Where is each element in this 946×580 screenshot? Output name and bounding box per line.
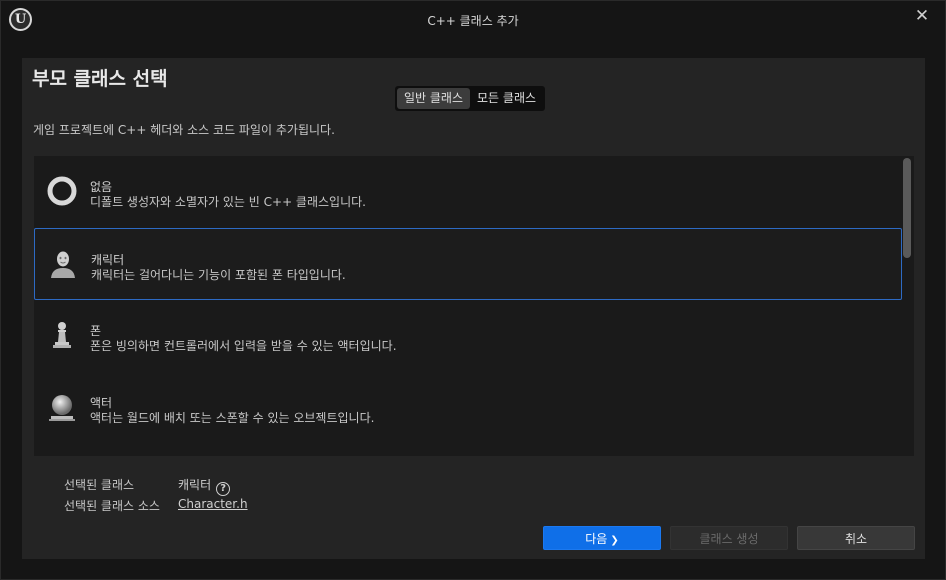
cancel-button[interactable]: 취소	[797, 526, 915, 550]
selected-source-row: Character.h	[178, 497, 248, 511]
class-description: 디폴트 생성자와 소멸자가 있는 빈 C++ 클래스입니다.	[90, 195, 366, 209]
chevron-right-icon: ❯	[610, 535, 619, 546]
selected-class-value: 캐릭터	[178, 478, 212, 492]
class-description: 캐릭터는 걸어다니는 기능이 포함된 폰 타입입니다.	[91, 268, 346, 282]
list-item-character[interactable]: 캐릭터 캐릭터는 걸어다니는 기능이 포함된 폰 타입입니다.	[34, 228, 902, 300]
page-title: 부모 클래스 선택	[32, 68, 168, 90]
selected-source-label: 선택된 클래스 소스	[64, 499, 160, 513]
next-button[interactable]: 다음 ❯	[543, 526, 661, 550]
ring-icon	[46, 175, 78, 207]
selected-class-value-row: 캐릭터?	[178, 476, 231, 496]
pawn-icon	[46, 319, 78, 351]
class-filter-tabs: 일반 클래스 모든 클래스	[395, 86, 546, 111]
class-list: 없음 디폴트 생성자와 소멸자가 있는 빈 C++ 클래스입니다. 캐릭터 캐릭…	[34, 156, 914, 456]
main-panel: 부모 클래스 선택 일반 클래스 모든 클래스 게임 프로젝트에 C++ 헤더와…	[22, 58, 925, 559]
actor-sphere-icon	[46, 391, 78, 423]
close-icon[interactable]: ✕	[913, 6, 931, 26]
list-item-pawn[interactable]: 폰 폰은 빙의하면 컨트롤러에서 입력을 받을 수 있는 액터입니다.	[34, 300, 902, 372]
dialog-window: U C++ 클래스 추가 ✕ 부모 클래스 선택 일반 클래스 모든 클래스 게…	[0, 0, 946, 580]
selected-source-link[interactable]: Character.h	[178, 497, 248, 511]
character-icon	[47, 248, 79, 280]
class-description: 액터는 월드에 배치 또는 스폰할 수 있는 오브젝트입니다.	[90, 411, 375, 425]
dialog-description: 게임 프로젝트에 C++ 헤더와 소스 코드 파일이 추가됩니다.	[33, 123, 335, 137]
title-bar[interactable]: U C++ 클래스 추가 ✕	[1, 1, 945, 39]
list-item-actor[interactable]: 액터 액터는 월드에 배치 또는 스폰할 수 있는 오브젝트입니다.	[34, 372, 902, 444]
window-title: C++ 클래스 추가	[427, 14, 519, 28]
list-item-none[interactable]: 없음 디폴트 생성자와 소멸자가 있는 빈 C++ 클래스입니다.	[34, 156, 902, 228]
help-icon[interactable]: ?	[216, 482, 231, 496]
class-description: 폰은 빙의하면 컨트롤러에서 입력을 받을 수 있는 액터입니다.	[90, 339, 397, 353]
scrollbar-thumb[interactable]	[903, 158, 911, 258]
tab-common-classes[interactable]: 일반 클래스	[397, 88, 471, 109]
create-class-button[interactable]: 클래스 생성	[670, 526, 788, 550]
selected-class-label: 선택된 클래스	[64, 478, 135, 492]
next-button-label: 다음	[585, 532, 608, 546]
tab-all-classes[interactable]: 모든 클래스	[470, 88, 543, 109]
list-scrollbar[interactable]	[903, 158, 911, 454]
